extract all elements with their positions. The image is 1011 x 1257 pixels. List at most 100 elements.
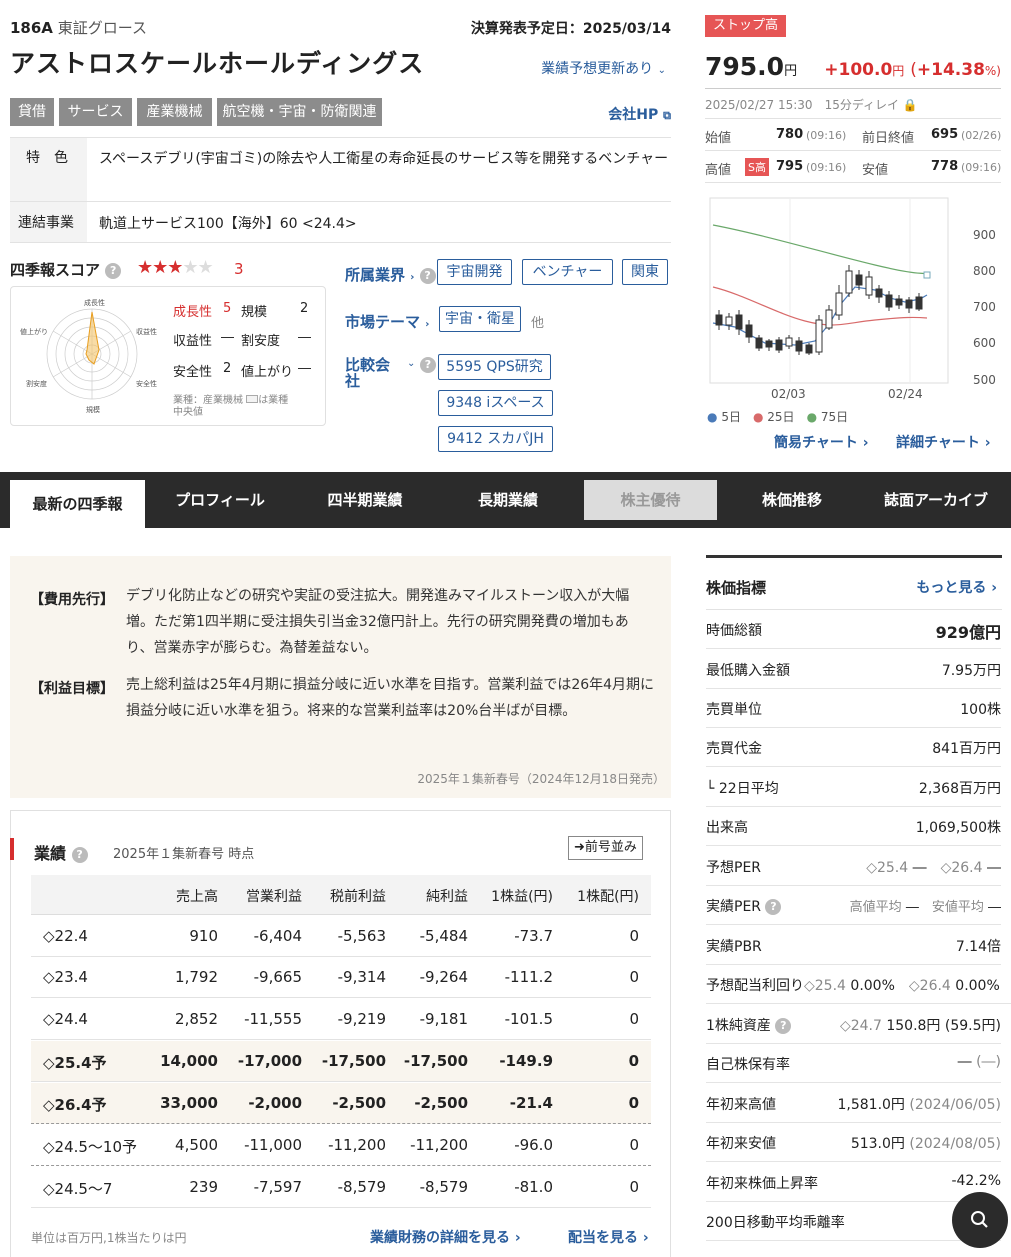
- theme-chip-0[interactable]: 宇宙・衛星: [439, 306, 521, 332]
- candles: [715, 265, 931, 355]
- detail-chart-link[interactable]: 詳細チャート ›: [896, 432, 991, 452]
- compare-chip-2[interactable]: 9412 スカパJH: [438, 426, 553, 452]
- price-change: +100.0円 (+14.38%): [824, 60, 1001, 80]
- svg-text:割安度: 割安度: [26, 379, 47, 388]
- indicator-row-cap: 時価総額 929億円: [706, 610, 1001, 649]
- y-tick-900: 900: [973, 228, 996, 242]
- y-tick-500: 500: [973, 373, 996, 387]
- tab-quarterly[interactable]: 四半期業績: [295, 480, 435, 520]
- industry-chip-2[interactable]: 関東: [622, 259, 668, 285]
- score-growth-value: 5: [223, 301, 232, 316]
- price-datetime: 2025/02/27 15:30 15分ディレイ 🔒: [705, 98, 918, 112]
- table-row: ◇24.4 2,852 -11,555 -9,219 -9,181 -101.5 0: [31, 999, 651, 1040]
- simple-chart-link[interactable]: 簡易チャート ›: [774, 432, 869, 452]
- forecast-update-link[interactable]: 業績予想更新あり ⌄: [541, 58, 666, 78]
- results-as-of: 2025年１集新春号 時点: [113, 847, 255, 862]
- stop-high-small-badge: S高: [745, 158, 769, 176]
- tab-bar: 最新の四季報 プロフィール 四半期業績 長期業績 株主優待 株価推移 誌面アーカ…: [0, 472, 1011, 528]
- unit-note: 単位は百万円,1株当たりは円: [31, 1231, 187, 1245]
- chevron-down-icon: ⌄: [657, 65, 666, 76]
- industry-chip-0[interactable]: 宇宙開発: [437, 259, 512, 285]
- indicator-row: 売買代金 841百万円: [706, 728, 1001, 767]
- svg-text:収益性: 収益性: [136, 327, 157, 336]
- settlement-date: 決算発表予定日：2025/03/14: [470, 21, 671, 37]
- features-label: 特 色: [26, 150, 68, 166]
- table-row-forecast: ◇25.4予 14,000 -17,000 -17,500 -17,500 -149.9 0: [31, 1041, 651, 1082]
- indicator-row: 売買単位 100株: [706, 689, 1001, 728]
- score-radar-chart: 成長性 収益性 安全性 規模 割安度 値上がり: [20, 298, 157, 414]
- search-button[interactable]: [952, 1192, 1008, 1248]
- low-value: 778: [931, 159, 959, 174]
- industry-label[interactable]: 所属業界 › ?: [345, 264, 436, 285]
- score-cheap-value: ―: [298, 330, 311, 345]
- tag-0[interactable]: 貸借: [10, 98, 54, 126]
- search-icon: [971, 1211, 988, 1228]
- star-filled-icon: ★★★: [137, 257, 183, 278]
- tab-archive[interactable]: 誌面アーカイブ: [866, 480, 1006, 520]
- help-icon[interactable]: ?: [420, 357, 436, 373]
- x-tick-0203: 02/03: [771, 387, 806, 401]
- report-source: 2025年１集新春号（2024年12月18日発売）: [417, 772, 665, 786]
- results-title: 業績 ?: [34, 840, 88, 864]
- y-tick-800: 800: [973, 264, 996, 278]
- industry-chip-1[interactable]: ベンチャー: [522, 259, 613, 285]
- low-time: (09:16): [961, 161, 1002, 174]
- prev-close-label: 前日終値: [862, 131, 915, 146]
- tab-price-history[interactable]: 株価推移: [722, 480, 862, 520]
- star-empty-icon: ★★: [182, 257, 213, 278]
- compare-label[interactable]: 比較会社: [345, 357, 395, 389]
- tab-profile[interactable]: プロフィール: [150, 480, 290, 520]
- score-value: 3: [234, 260, 244, 278]
- tab-benefits: 株主優待: [584, 480, 717, 520]
- theme-label[interactable]: 市場テーマ ›: [345, 311, 429, 332]
- low-label: 安値: [862, 163, 889, 178]
- report-text-1: デブリ化防止などの研究や実証の受注拡大。開発進みマイルストーン収入が大幅増。ただ…: [126, 588, 630, 656]
- score-cheap-label: 割安度: [241, 334, 281, 349]
- dividend-link[interactable]: 配当を見る ›: [568, 1227, 649, 1247]
- table-row: ◇22.4 910 -6,404 -5,563 -5,484 -73.7 0: [31, 916, 651, 957]
- score-scale-label: 規模: [241, 305, 268, 320]
- business-text: 軌道上サービス100【海外】60 <24.4>: [99, 216, 357, 232]
- tag-3[interactable]: 航空機・宇宙・防衛関連: [217, 98, 382, 126]
- tag-1[interactable]: サービス: [59, 98, 132, 126]
- compare-chip-0[interactable]: 5595 QPS研究: [438, 354, 551, 380]
- compare-chip-1[interactable]: 9348 iスペース: [438, 390, 553, 416]
- help-icon[interactable]: ?: [105, 262, 122, 279]
- score-scale-value: 2: [300, 301, 309, 316]
- stock-price-chart[interactable]: 900 800 700 600 500 02/03 02/24: [705, 195, 1005, 410]
- svg-text:成長性: 成長性: [84, 298, 105, 307]
- indicator-row-per: 予想PER ◇25.4 ― ◇26.4 ―: [706, 847, 1001, 886]
- score-growth-label: 成長性: [173, 305, 213, 320]
- external-link-icon: ⧉: [663, 109, 671, 122]
- theme-other: 他: [531, 316, 545, 331]
- score-rise-label: 値上がり: [241, 365, 294, 380]
- market-name: 東証グロース: [57, 19, 147, 37]
- prev-close-value: 695: [931, 127, 959, 142]
- svg-text:値上がり: 値上がり: [20, 327, 48, 336]
- tab-longterm[interactable]: 長期業績: [438, 480, 578, 520]
- open-value: 780: [776, 127, 804, 142]
- open-label: 始値: [705, 131, 732, 146]
- score-safety-label: 安全性: [173, 365, 213, 380]
- stock-code: 186A: [10, 19, 53, 37]
- business-label: 連結事業: [18, 215, 74, 231]
- table-row: ◇23.4 1,792 -9,665 -9,314 -9,264 -111.2 0: [31, 957, 651, 998]
- stop-high-badge: ストップ高: [705, 15, 787, 37]
- indicator-row-pbr: 実績PBR 7.14倍: [706, 926, 1001, 965]
- table-row: ◇24.5〜7 239 -7,597 -8,579 -8,579 -81.0 0: [31, 1167, 651, 1208]
- more-link[interactable]: もっと見る ›: [916, 577, 997, 597]
- stock-code-line: 186A 東証グロース: [10, 17, 147, 38]
- current-price: 795.0円: [705, 52, 798, 81]
- high-label: 高値: [705, 163, 732, 178]
- indicator-row: 最低購入金額 7.95万円: [706, 650, 1001, 689]
- y-tick-600: 600: [973, 336, 996, 350]
- indicator-row: 出来高 1,069,500株: [706, 807, 1001, 846]
- tab-latest[interactable]: 最新の四季報: [10, 480, 145, 528]
- results-header-row: 売上高 営業利益 税前利益 純利益 1株益(円) 1株配(円): [31, 875, 651, 915]
- prev-issue-button[interactable]: ➜前号並み: [568, 836, 643, 860]
- company-hp-link[interactable]: 会社HP ⧉: [608, 104, 671, 124]
- indicator-row-treasury: 自己株保有率 ― (―): [706, 1044, 1001, 1083]
- tag-2[interactable]: 産業機械: [137, 98, 212, 126]
- score-safety-value: 2: [223, 361, 232, 376]
- financial-detail-link[interactable]: 業績財務の詳細を見る ›: [370, 1227, 521, 1247]
